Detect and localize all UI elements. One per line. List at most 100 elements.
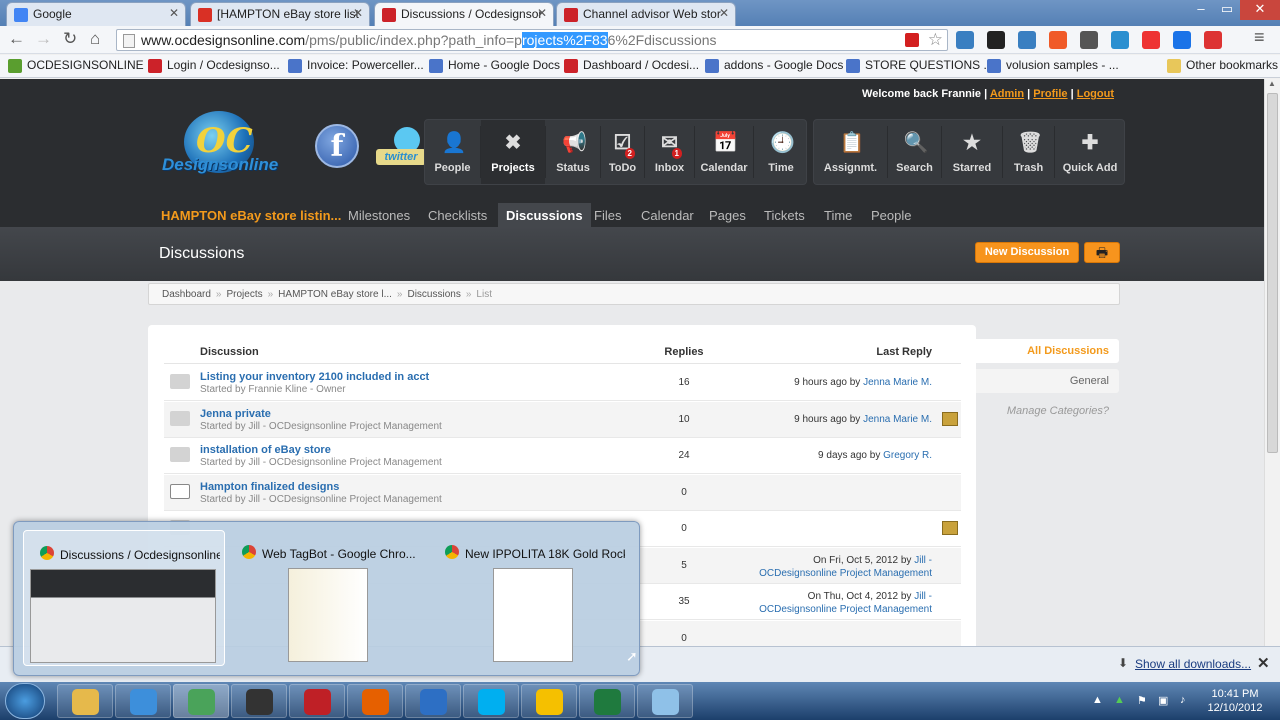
- subnav-checklists[interactable]: Checklists: [420, 203, 495, 227]
- last-reply-user-link[interactable]: OCDesignsonline Project Management: [759, 568, 932, 579]
- breadcrumb-item[interactable]: Dashboard: [162, 289, 211, 300]
- subnav-pages[interactable]: Pages: [701, 203, 754, 227]
- other-bookmarks[interactable]: Other bookmarks: [1167, 58, 1278, 73]
- tab-2[interactable]: Discussions / Ocdesignsor ✕: [374, 2, 554, 27]
- preview-window[interactable]: New IPPOLITA 18K Gold Rock C...: [429, 530, 631, 666]
- flag-tray-icon[interactable]: ⚑: [1137, 694, 1149, 707]
- bookmark-item[interactable]: Login / Ocdesignso...: [148, 58, 280, 73]
- last-reply-user-link[interactable]: Jenna Marie M.: [863, 377, 932, 388]
- taskbar-app[interactable]: [173, 684, 229, 718]
- nav-todo[interactable]: ☑ ToDo 2: [601, 120, 644, 184]
- extension-icon[interactable]: [1049, 31, 1067, 49]
- back-icon[interactable]: ←: [8, 30, 25, 48]
- twitter-icon[interactable]: twitter: [376, 125, 426, 169]
- nav-projects[interactable]: ✖ Projects: [481, 120, 545, 184]
- column-last-reply[interactable]: Last Reply: [876, 346, 932, 358]
- discussion-title-link[interactable]: installation of eBay store: [200, 444, 331, 456]
- scroll-up-icon[interactable]: ▲: [1268, 79, 1276, 88]
- address-bar[interactable]: www.ocdesignsonline.com/pms/public/index…: [116, 29, 948, 51]
- subnav-tickets[interactable]: Tickets: [756, 203, 813, 227]
- tab-1[interactable]: [HAMPTON eBay store list ✕: [190, 2, 370, 26]
- nav-people[interactable]: 👤 People: [425, 120, 480, 184]
- bookmark-item[interactable]: OCDESIGNSONLINE ...: [8, 58, 157, 73]
- close-tab-icon[interactable]: ✕: [537, 6, 547, 20]
- project-name-link[interactable]: HAMPTON eBay store listin...: [161, 208, 341, 223]
- category-general[interactable]: General: [976, 369, 1119, 393]
- bookmark-item[interactable]: Home - Google Docs: [429, 58, 560, 73]
- facebook-icon[interactable]: f: [315, 124, 359, 168]
- breadcrumb-item[interactable]: HAMPTON eBay store l...: [278, 289, 392, 300]
- taskbar-app[interactable]: [289, 684, 345, 718]
- logout-link[interactable]: Logout: [1077, 88, 1114, 100]
- extension-icon[interactable]: [1173, 31, 1191, 49]
- start-button[interactable]: [5, 683, 45, 719]
- bookmark-item[interactable]: volusion samples - ...: [987, 58, 1119, 73]
- preview-window[interactable]: Discussions / Ocdesignsonline -...: [23, 530, 225, 666]
- table-row[interactable]: Hampton finalized designs Started by Jill…: [164, 474, 961, 511]
- wrench-icon[interactable]: ≡: [1254, 28, 1265, 46]
- admin-link[interactable]: Admin: [990, 88, 1024, 100]
- extension-icon[interactable]: [1204, 31, 1222, 49]
- extension-icon[interactable]: [956, 31, 974, 49]
- nav-inbox[interactable]: ✉ Inbox 1: [645, 120, 694, 184]
- preview-window[interactable]: Web TagBot - Google Chro...: [226, 530, 428, 666]
- manage-categories-link[interactable]: Manage Categories?: [1007, 405, 1109, 417]
- discussion-title-link[interactable]: Listing your inventory 2100 included in …: [200, 371, 429, 383]
- star-bookmark-icon[interactable]: ☆: [928, 30, 943, 50]
- new-discussion-button[interactable]: New Discussion: [975, 242, 1079, 263]
- oc-designs-logo[interactable]: OC Designsonline: [162, 107, 297, 183]
- taskbar-app[interactable]: [463, 684, 519, 718]
- column-discussion[interactable]: Discussion: [200, 346, 259, 358]
- bookmark-item[interactable]: Dashboard / Ocdesi...: [564, 58, 699, 73]
- subnav-calendar[interactable]: Calendar: [633, 203, 702, 227]
- subnav-discussions[interactable]: Discussions: [498, 203, 591, 227]
- minimize-button[interactable]: –: [1188, 0, 1214, 20]
- category-all-discussions[interactable]: All Discussions: [976, 339, 1119, 363]
- taskbar-app[interactable]: [231, 684, 287, 718]
- close-tab-icon[interactable]: ✕: [719, 6, 729, 20]
- breadcrumb-item[interactable]: Projects: [226, 289, 262, 300]
- close-window-button[interactable]: ✕: [1240, 0, 1280, 20]
- system-clock[interactable]: 10:41 PM 12/10/2012: [1200, 687, 1270, 715]
- subnav-time[interactable]: Time: [816, 203, 860, 227]
- last-reply-user-link[interactable]: OCDesignsonline Project Management: [759, 604, 932, 615]
- table-row[interactable]: Listing your inventory 2100 included in …: [164, 365, 961, 401]
- close-tab-icon[interactable]: ✕: [169, 6, 179, 20]
- taskbar-app[interactable]: [521, 684, 577, 718]
- taskbar-app[interactable]: [347, 684, 403, 718]
- pdf-icon[interactable]: [905, 33, 919, 47]
- page-scrollbar[interactable]: ▲: [1264, 79, 1280, 654]
- column-replies[interactable]: Replies: [654, 346, 714, 358]
- subnav-files[interactable]: Files: [586, 203, 629, 227]
- nav-status[interactable]: 📢 Status: [546, 120, 600, 184]
- extension-icon[interactable]: [1111, 31, 1129, 49]
- bookmark-item[interactable]: addons - Google Docs: [705, 58, 843, 73]
- scroll-thumb[interactable]: [1267, 93, 1278, 453]
- close-downloads-icon[interactable]: ✕: [1257, 654, 1270, 672]
- discussion-title-link[interactable]: Hampton finalized designs: [200, 481, 339, 493]
- home-icon[interactable]: ⌂: [90, 30, 100, 48]
- taskbar-app[interactable]: [57, 684, 113, 718]
- nav-calendar[interactable]: 📅 Calendar: [695, 120, 753, 184]
- taskbar-app[interactable]: [637, 684, 693, 718]
- bookmark-item[interactable]: STORE QUESTIONS ...: [846, 58, 993, 73]
- volume-tray-icon[interactable]: ♪: [1180, 694, 1192, 706]
- close-tab-icon[interactable]: ✕: [353, 6, 363, 20]
- extension-icon[interactable]: [1142, 31, 1160, 49]
- profile-link[interactable]: Profile: [1033, 88, 1067, 100]
- extension-icon[interactable]: [1018, 31, 1036, 49]
- last-reply-user-link[interactable]: Jill -: [914, 591, 932, 602]
- show-all-downloads-link[interactable]: Show all downloads...: [1135, 657, 1251, 671]
- last-reply-user-link[interactable]: Jenna Marie M.: [863, 414, 932, 425]
- tab-3[interactable]: Channel advisor Web stor ✕: [556, 2, 736, 26]
- maximize-button[interactable]: ▭: [1214, 0, 1240, 20]
- nav-assignmt[interactable]: 📋 Assignmt.: [814, 120, 887, 184]
- breadcrumb-item[interactable]: Discussions: [407, 289, 460, 300]
- bookmark-item[interactable]: Invoice: Powerceller...: [288, 58, 424, 73]
- last-reply-user-link[interactable]: Gregory R.: [883, 450, 932, 461]
- taskbar-app[interactable]: [579, 684, 635, 718]
- subnav-milestones[interactable]: Milestones: [340, 203, 418, 227]
- nav-search[interactable]: 🔍 Search: [888, 120, 941, 184]
- subnav-people[interactable]: People: [863, 203, 919, 227]
- network-tray-icon[interactable]: ▣: [1158, 694, 1170, 707]
